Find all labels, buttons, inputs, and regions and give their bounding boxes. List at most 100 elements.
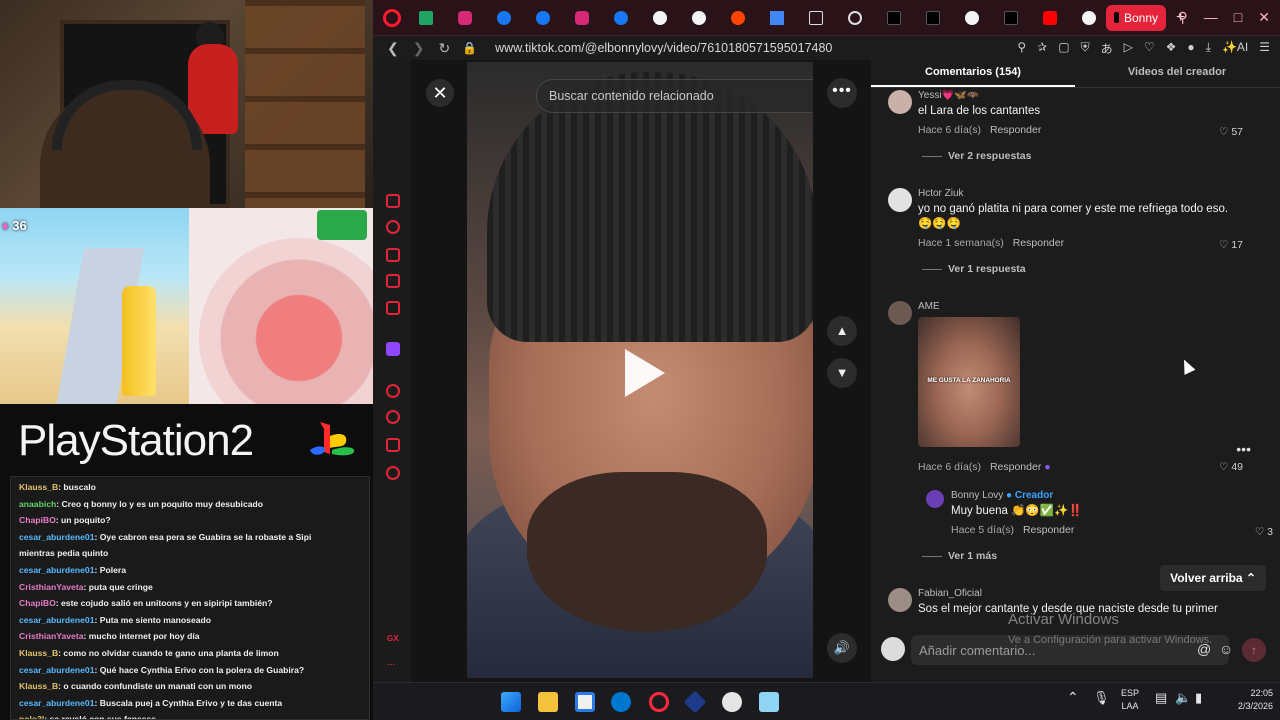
history-icon[interactable] [386,410,400,424]
aria-ai-button[interactable]: ✨AI [1222,40,1248,57]
tiktok-video[interactable]: ⚲ [467,62,813,678]
reply-button[interactable]: Responder [1023,524,1074,536]
like-button[interactable]: ♡ 57 [1219,126,1243,138]
back-to-top-button[interactable]: Volver arriba ⌃ [1160,565,1266,591]
dell-icon[interactable] [611,692,631,712]
easy-setup-icon[interactable]: ☰ [1259,40,1270,57]
reply-button[interactable]: Responder [990,461,1041,473]
network-icon[interactable]: ▤ [1155,691,1167,704]
twitch-icon[interactable] [386,342,400,356]
url-field[interactable]: www.tiktok.com/@elbonnylovy/video/761018… [495,41,832,55]
comment-user[interactable]: Fabian_Oficial [918,588,982,599]
more-options-button[interactable]: ••• [827,78,857,108]
shield-icon[interactable]: ⛨ [1081,40,1090,57]
start-icon[interactable] [501,692,521,712]
sidebar-more-icon[interactable]: ⋯ [387,660,395,669]
google-tab-icon-5[interactable] [1082,10,1096,25]
dev-app-icon[interactable] [683,690,707,714]
battery-icon[interactable]: ▮ [1195,691,1202,704]
profile-icon[interactable]: ● [1187,40,1194,57]
tab-active[interactable]: Bonny [1106,4,1166,31]
back-button[interactable]: ❮ [387,40,399,57]
tiktok-tab-icon-2[interactable] [926,10,940,25]
download-icon[interactable]: ⤓ [1206,40,1211,57]
like-button[interactable]: ♡ 49 [1219,461,1243,473]
volume-icon[interactable]: 🔊 [827,633,857,663]
microphone-icon[interactable]: 🎙 [1093,691,1110,704]
sheets-tab-icon[interactable] [419,10,433,25]
reply-button[interactable]: Responder [990,124,1041,136]
player-icon[interactable] [386,384,400,398]
wallet-icon[interactable] [386,248,400,262]
zoom-icon[interactable]: ⚲ [1017,40,1026,57]
view-replies-button[interactable]: Ver 2 respuestas [922,150,1031,162]
language-indicator[interactable]: ESP LAA [1121,687,1139,713]
google-tab-icon-2[interactable] [692,10,706,25]
google-tab-icon-3[interactable] [770,10,784,25]
gx-label[interactable]: GX [387,634,399,643]
minimize-button[interactable]: — [1204,9,1218,26]
tiktok-tab-icon-3[interactable] [1004,10,1018,25]
speaker-icon[interactable]: 🔈 [1175,691,1191,704]
extensions-sidebar-icon[interactable] [386,438,400,452]
controller-icon[interactable] [386,194,400,208]
comment-image[interactable]: ME GUSTA LA ZANAHORIA [918,317,1020,447]
avatar[interactable] [926,490,944,508]
show-hidden-icons[interactable]: ⌃ [1067,690,1079,704]
google-tab-icon-4[interactable] [965,10,979,25]
instagram-tab-icon-2[interactable] [575,10,589,25]
avatar[interactable] [888,188,912,212]
reply-button[interactable]: Responder [1013,237,1064,249]
forward-button[interactable]: ❯ [413,40,425,57]
news-icon[interactable] [386,274,400,288]
view-more-button[interactable]: Ver 1 más [922,550,997,562]
translate-icon[interactable]: あ [1101,40,1113,57]
next-video-button[interactable]: ▼ [827,358,857,388]
store-icon[interactable] [575,692,595,712]
heart-outline-icon[interactable]: ♡ [1144,40,1155,57]
youtube-tab-icon[interactable] [1043,10,1057,25]
like-button[interactable]: ♡ 3 [1255,526,1273,538]
facebook-tab-icon-2[interactable] [536,10,550,25]
instagram-tab-icon[interactable] [458,10,472,25]
steam-icon[interactable] [722,692,742,712]
notepad-icon[interactable] [759,692,779,712]
avatar[interactable] [888,588,912,612]
comment-user[interactable]: Yessi💗🦋🦇 [918,90,979,101]
tab-search-icon[interactable]: ⚲ [1178,9,1188,26]
clock[interactable]: 22:05 2/3/2026 [1223,687,1273,713]
snapshot-icon[interactable]: ▢ [1058,40,1069,57]
speed-tab-icon[interactable] [848,10,862,25]
close-window-button[interactable]: ✕ [1258,9,1270,26]
tiktok-tab-icon[interactable] [887,10,901,25]
tab-creator-videos[interactable]: Videos del creador [1075,60,1279,87]
document-tab-icon[interactable] [809,10,823,25]
speed-dial-icon[interactable] [386,220,400,234]
creator-name[interactable]: Bonny Lovy ● Creador [951,490,1053,501]
reddit-tab-icon[interactable] [731,10,745,25]
avatar[interactable] [888,90,912,114]
related-search-input[interactable] [537,80,813,112]
like-button[interactable]: ♡ 17 [1219,239,1243,251]
messenger-icon[interactable] [386,301,400,315]
play-icon[interactable] [625,349,665,397]
close-video-button[interactable]: ✕ [426,79,454,107]
pin-icon[interactable]: ✰ [1037,40,1047,57]
emoji-icon[interactable]: ☺ [1219,641,1233,657]
file-explorer-icon[interactable] [538,692,558,712]
maximize-button[interactable]: □ [1234,9,1242,26]
send-icon[interactable]: ▷ [1124,40,1133,57]
tab-comments[interactable]: Comentarios (154) [871,60,1075,87]
more-options-icon[interactable]: ••• [1236,441,1251,457]
opera-menu-icon[interactable] [383,8,401,27]
previous-video-button[interactable]: ▲ [827,316,857,346]
send-comment-button[interactable]: ↑ [1242,638,1266,662]
opera-gx-icon[interactable] [649,692,669,712]
facebook-tab-icon[interactable] [497,10,511,25]
settings-gear-icon[interactable] [386,466,400,480]
comment-user[interactable]: Hctor Ziuk [918,188,964,199]
avatar[interactable] [888,301,912,325]
extensions-icon[interactable]: ❖ [1166,40,1177,57]
comment-user[interactable]: AME [918,301,940,312]
facebook-tab-icon-3[interactable] [614,10,628,25]
